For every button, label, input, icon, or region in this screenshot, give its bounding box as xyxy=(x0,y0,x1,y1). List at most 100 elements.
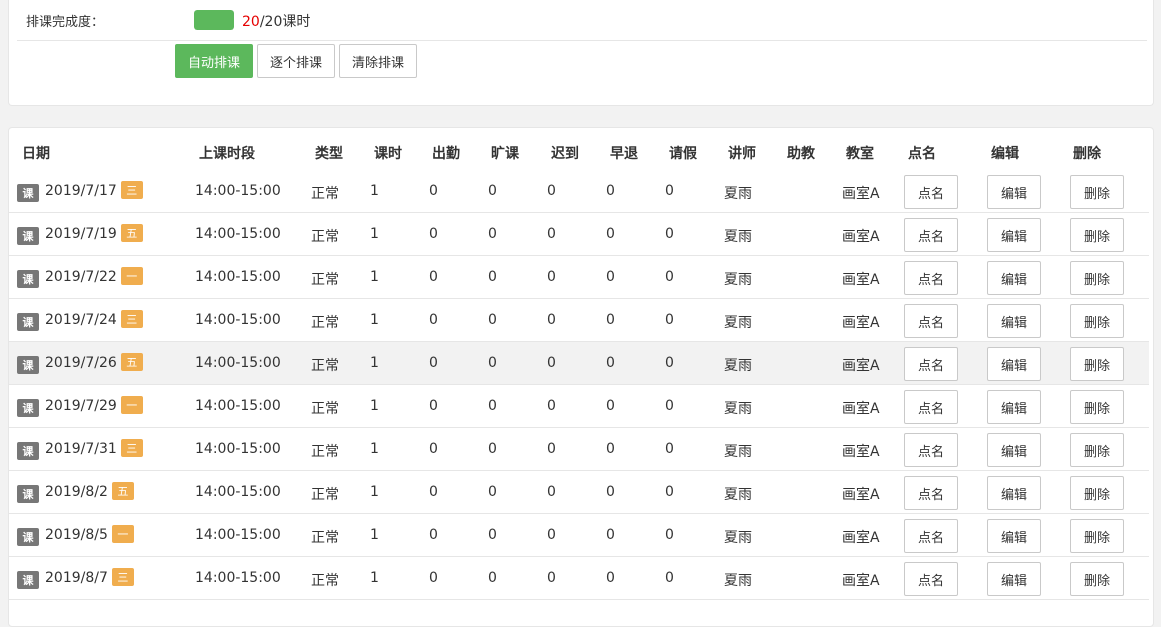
rollcall-button[interactable]: 点名 xyxy=(904,347,958,381)
header-date: 日期 xyxy=(22,146,50,162)
weekday-badge: 三 xyxy=(111,568,134,586)
cell-classroom: 画室A xyxy=(842,444,880,460)
rollcall-button[interactable]: 点名 xyxy=(904,519,958,553)
cell-early-leave: 0 xyxy=(606,183,615,199)
delete-button[interactable]: 删除 xyxy=(1070,347,1124,381)
cell-leave: 0 xyxy=(665,570,674,586)
cell-absent: 0 xyxy=(488,570,497,586)
rollcall-button[interactable]: 点名 xyxy=(904,562,958,596)
single-schedule-button[interactable]: 逐个排课 xyxy=(257,44,336,78)
cell-teacher: 夏雨 xyxy=(724,487,752,503)
table-row: 课 2019/8/7 三 14:00-15:00 正常 1 0 0 0 0 0 夏雨 画室A 点名 编辑 删除 xyxy=(9,557,1149,600)
cell-date: 2019/8/7 三 xyxy=(45,568,134,587)
cell-date: 2019/7/24 三 xyxy=(45,310,143,329)
cell-absent: 0 xyxy=(488,441,497,457)
weekday-badge: 五 xyxy=(111,482,134,500)
cell-type: 正常 xyxy=(311,229,339,245)
cell-late: 0 xyxy=(547,183,556,199)
header-assistant: 助教 xyxy=(787,146,815,162)
cell-time-slot: 14:00-15:00 xyxy=(195,226,281,242)
table-row: 课 2019/7/31 三 14:00-15:00 正常 1 0 0 0 0 0 夏雨 画室A 点名 编辑删… xyxy=(9,428,1149,471)
edit-button[interactable]: 编辑 xyxy=(987,519,1041,553)
delete-button[interactable]: 删除 xyxy=(1070,261,1124,295)
cell-absent: 0 xyxy=(488,226,497,242)
progress-label: 排课完成度： xyxy=(26,15,105,30)
cell-teacher: 夏雨 xyxy=(724,186,752,202)
header-rollcall: 点名 xyxy=(908,146,936,162)
cell-absent: 0 xyxy=(488,398,497,414)
weekday-badge: 五 xyxy=(120,353,143,371)
table-row: 课 2019/7/17 三 14:00-15:00 正常 1 0 0 0 0 0 夏雨 画室A 点名 编辑删… xyxy=(9,170,1149,213)
edit-button[interactable]: 编辑 xyxy=(987,390,1041,424)
delete-button[interactable]: 删除 xyxy=(1070,304,1124,338)
cell-type: 正常 xyxy=(311,573,339,589)
cell-classroom: 画室A xyxy=(842,315,880,331)
cell-hours: 1 xyxy=(370,269,379,285)
edit-button[interactable]: 编辑 xyxy=(987,175,1041,209)
cell-time-slot: 14:00-15:00 xyxy=(195,355,281,371)
delete-button[interactable]: 删除 xyxy=(1070,519,1124,553)
cell-attendance: 0 xyxy=(429,226,438,242)
edit-button[interactable]: 编辑 xyxy=(987,261,1041,295)
cell-type: 正常 xyxy=(311,530,339,546)
cell-early-leave: 0 xyxy=(606,269,615,285)
header-early-leave: 早退 xyxy=(610,146,638,162)
cell-hours: 1 xyxy=(370,183,379,199)
auto-schedule-button[interactable]: 自动排课 xyxy=(175,44,254,78)
cell-teacher: 夏雨 xyxy=(724,229,752,245)
schedule-toolbar-panel: 排课完成度： 20/20课时 自动排课 逐个排课 清除排课 xyxy=(8,0,1154,106)
cell-absent: 0 xyxy=(488,527,497,543)
cell-late: 0 xyxy=(547,226,556,242)
edit-button[interactable]: 编辑 xyxy=(987,218,1041,252)
rollcall-button[interactable]: 点名 xyxy=(904,175,958,209)
cell-early-leave: 0 xyxy=(606,527,615,543)
cell-early-leave: 0 xyxy=(606,441,615,457)
lesson-tag: 课 xyxy=(17,442,39,460)
cell-hours: 1 xyxy=(370,570,379,586)
cell-hours: 1 xyxy=(370,355,379,371)
table-row: 课 2019/7/29 一 14:00-15:00 正常 1 0 0 0 0 0 夏雨 画室A 点名 编辑删… xyxy=(9,385,1149,428)
clear-schedule-button[interactable]: 清除排课 xyxy=(339,44,418,78)
rollcall-button[interactable]: 点名 xyxy=(904,218,958,252)
weekday-badge: 三 xyxy=(120,310,143,328)
delete-button[interactable]: 删除 xyxy=(1070,175,1124,209)
edit-button[interactable]: 编辑 xyxy=(987,347,1041,381)
cell-date: 2019/7/29 一 xyxy=(45,396,143,415)
cell-classroom: 画室A xyxy=(842,573,880,589)
date-text: 2019/7/24 xyxy=(45,312,117,328)
edit-button[interactable]: 编辑 xyxy=(987,304,1041,338)
cell-classroom: 画室A xyxy=(842,358,880,374)
cell-time-slot: 14:00-15:00 xyxy=(195,398,281,414)
cell-early-leave: 0 xyxy=(606,226,615,242)
cell-date: 2019/7/17 三 xyxy=(45,181,143,200)
progress-fill xyxy=(194,10,234,30)
rollcall-button[interactable]: 点名 xyxy=(904,390,958,424)
rollcall-button[interactable]: 点名 xyxy=(904,476,958,510)
cell-hours: 1 xyxy=(370,484,379,500)
delete-button[interactable]: 删除 xyxy=(1070,562,1124,596)
edit-button[interactable]: 编辑 xyxy=(987,433,1041,467)
delete-button[interactable]: 删除 xyxy=(1070,390,1124,424)
rollcall-button[interactable]: 点名 xyxy=(904,433,958,467)
delete-button[interactable]: 删除 xyxy=(1070,476,1124,510)
date-text: 2019/7/19 xyxy=(45,226,117,242)
cell-hours: 1 xyxy=(370,398,379,414)
cell-late: 0 xyxy=(547,570,556,586)
delete-button[interactable]: 删除 xyxy=(1070,218,1124,252)
edit-button[interactable]: 编辑 xyxy=(987,562,1041,596)
rollcall-button[interactable]: 点名 xyxy=(904,261,958,295)
date-text: 2019/8/2 xyxy=(45,484,108,500)
cell-classroom: 画室A xyxy=(842,487,880,503)
edit-button[interactable]: 编辑 xyxy=(987,476,1041,510)
cell-attendance: 0 xyxy=(429,527,438,543)
cell-date: 2019/7/31 三 xyxy=(45,439,143,458)
cell-type: 正常 xyxy=(311,444,339,460)
cell-late: 0 xyxy=(547,484,556,500)
header-teacher: 讲师 xyxy=(728,146,756,162)
cell-leave: 0 xyxy=(665,355,674,371)
delete-button[interactable]: 删除 xyxy=(1070,433,1124,467)
rollcall-button[interactable]: 点名 xyxy=(904,304,958,338)
lesson-tag: 课 xyxy=(17,356,39,374)
header-delete: 删除 xyxy=(1073,146,1101,162)
weekday-badge: 一 xyxy=(120,267,143,285)
